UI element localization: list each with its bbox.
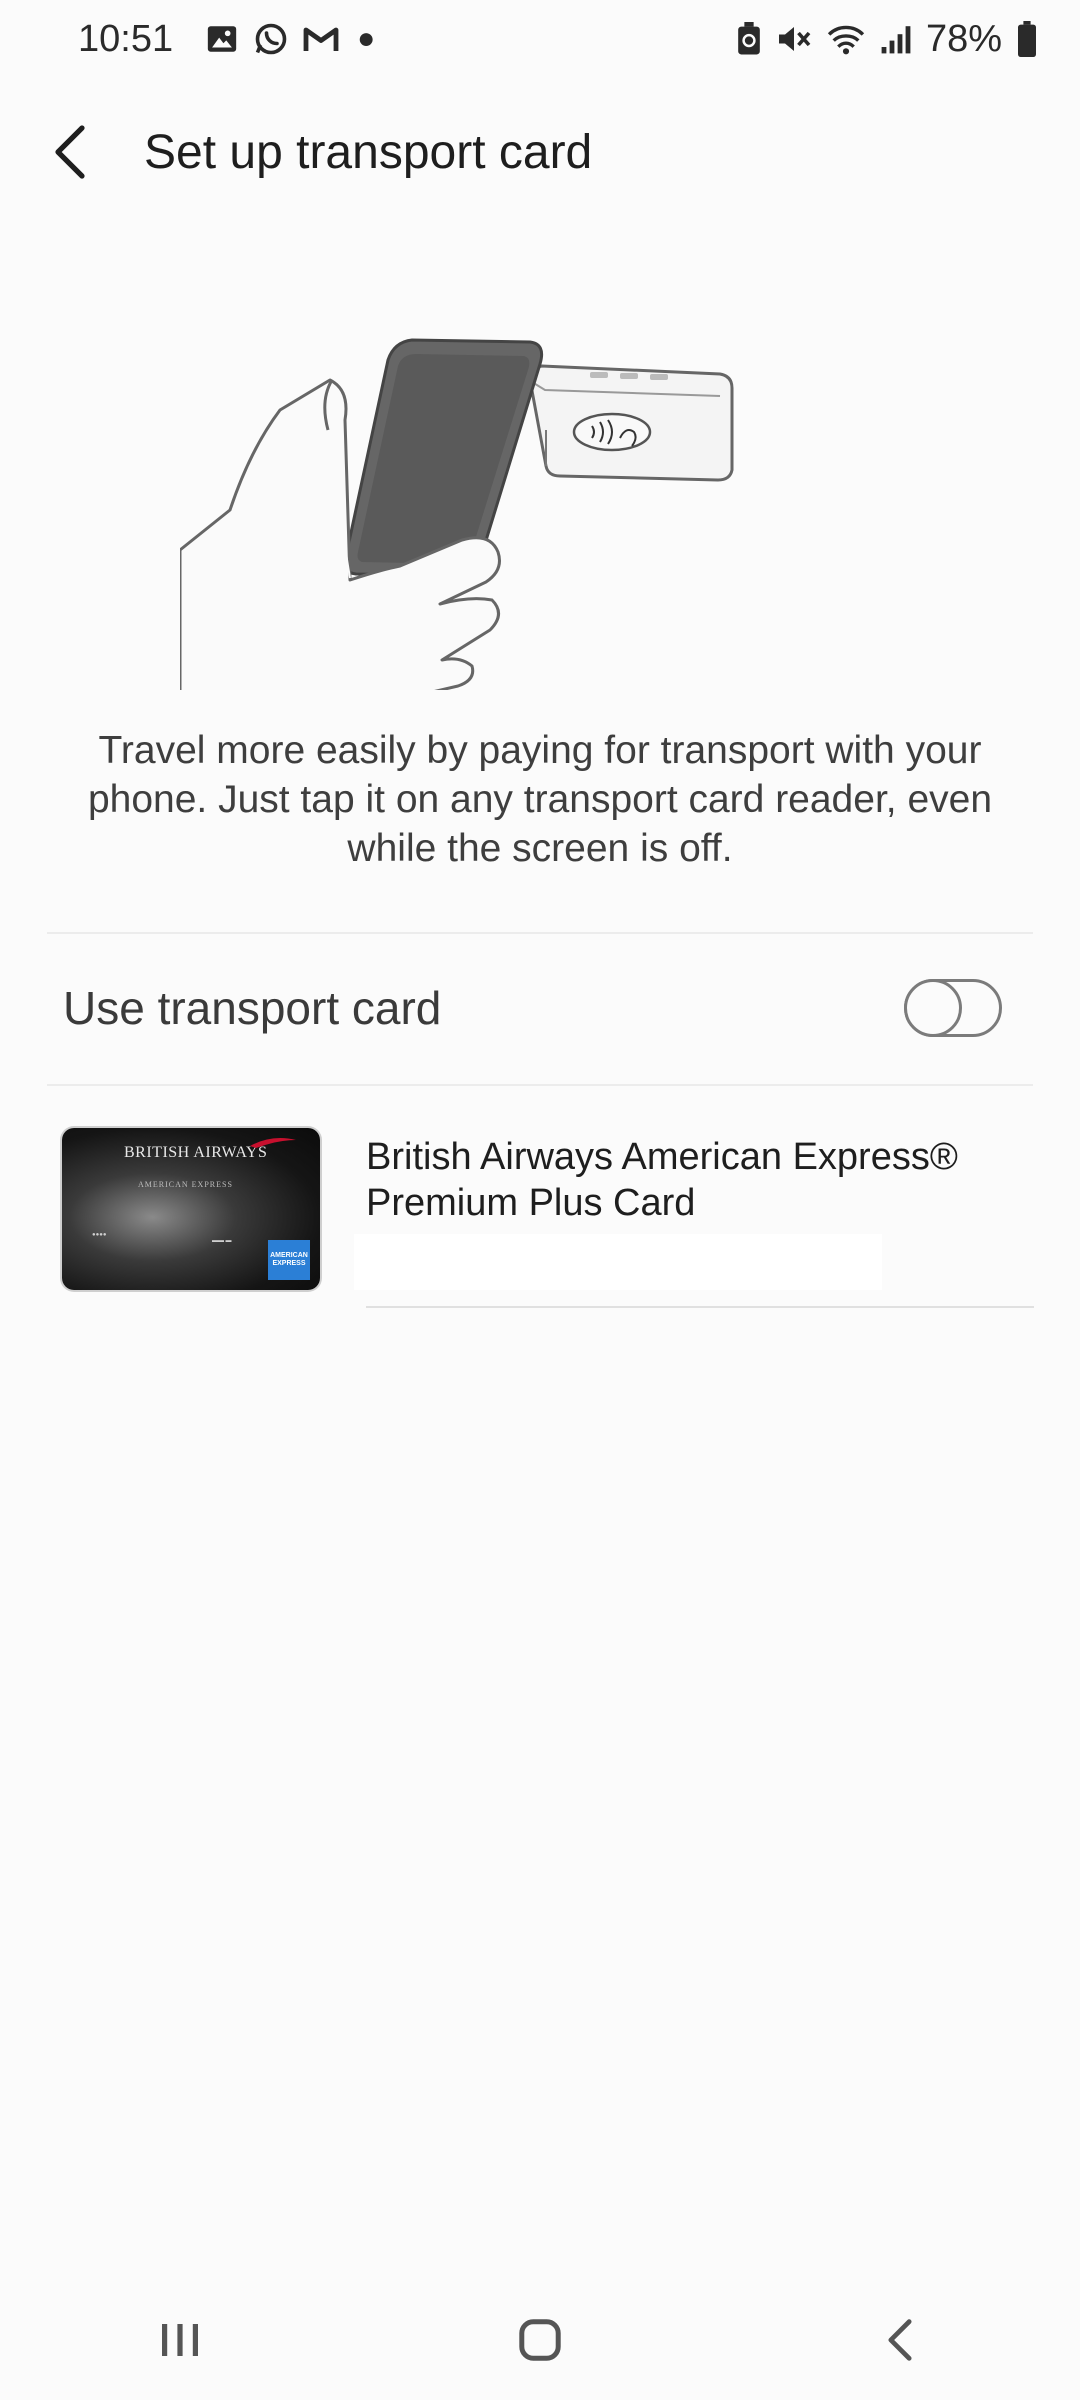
status-time: 10:51: [78, 17, 174, 60]
divider: [366, 1306, 1034, 1308]
card-brand-text: BRITISH AIRWAYS: [124, 1144, 268, 1161]
screen: 10:51 ● 78% Set up transport card Travel…: [0, 0, 1080, 2400]
amex-logo-icon: AMERICAN EXPRESS: [268, 1240, 310, 1280]
back-icon: [888, 2319, 912, 2361]
signal-icon: [880, 23, 912, 55]
recent-apps-icon: [162, 2324, 198, 2356]
card-name: British Airways American Express® Premiu…: [366, 1136, 958, 1224]
card-image: BRITISH AIRWAYS AMERICAN EXPRESS ●●●● ▬▬…: [62, 1128, 320, 1290]
navigation-bar: [0, 2280, 1080, 2400]
battery-icon: [1016, 21, 1038, 57]
battery-saver-icon: [736, 22, 762, 56]
notification-dot-icon: ●: [357, 22, 376, 55]
nav-back-button[interactable]: [840, 2290, 960, 2390]
app-header: Set up transport card: [0, 100, 1080, 204]
card-list-item[interactable]: BRITISH AIRWAYS AMERICAN EXPRESS ●●●● ▬▬…: [0, 1124, 1080, 1308]
home-icon: [519, 2319, 561, 2361]
card-number-redacted: [354, 1234, 882, 1290]
card-small-text: ●●●●: [92, 1232, 107, 1238]
status-right: 78%: [736, 18, 1038, 61]
speedmarque-icon: [250, 1138, 296, 1148]
use-transport-card-switch[interactable]: [904, 979, 1002, 1037]
gmail-icon: [303, 24, 339, 54]
wifi-icon: [826, 22, 866, 56]
page-title: Set up transport card: [144, 125, 593, 179]
status-left: 10:51 ●: [78, 18, 375, 61]
mute-icon: [776, 22, 812, 56]
back-arrow-icon: [55, 125, 85, 179]
home-button[interactable]: [480, 2290, 600, 2390]
divider: [47, 1084, 1033, 1086]
use-transport-card-row[interactable]: Use transport card: [0, 934, 1080, 1082]
status-bar: 10:51 ● 78%: [0, 0, 1080, 78]
phone-tap-reader-illustration: [178, 270, 780, 718]
battery-percent: 78%: [925, 17, 1002, 60]
use-transport-card-label: Use transport card: [63, 982, 442, 1034]
description-text: Travel more easily by paying for transpo…: [87, 729, 993, 870]
switch-knob: [904, 979, 962, 1037]
gallery-icon: [205, 22, 239, 56]
whatsapp-icon: [253, 21, 289, 57]
recent-apps-button[interactable]: [120, 2290, 240, 2390]
back-button[interactable]: [22, 104, 118, 200]
card-sub-brand-text: AMERICAN EXPRESS: [138, 1180, 233, 1189]
card-small-text: ▬▬ ▬: [212, 1238, 232, 1244]
